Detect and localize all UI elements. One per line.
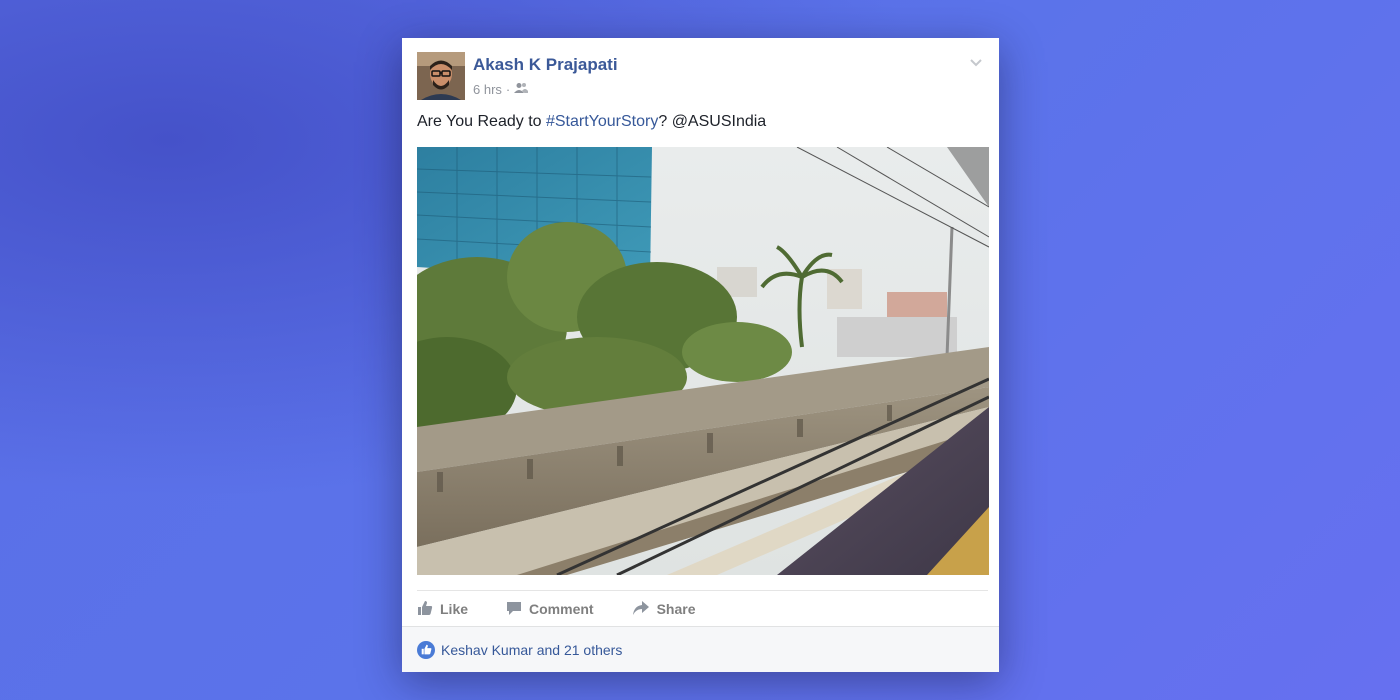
hashtag-link[interactable]: #StartYourStory bbox=[546, 113, 658, 130]
like-icon bbox=[417, 640, 435, 659]
like-button[interactable]: Like bbox=[417, 600, 468, 619]
comment-icon bbox=[506, 600, 522, 619]
post-photo[interactable] bbox=[417, 147, 989, 575]
like-label: Like bbox=[440, 601, 469, 617]
comment-button[interactable]: Comment bbox=[506, 600, 594, 619]
thumbs-up-icon bbox=[417, 600, 433, 619]
message-text: Are You Ready to bbox=[417, 113, 546, 130]
post-meta: 6 hrs · bbox=[473, 82, 529, 97]
reactions-text[interactable]: Keshav Kumar and 21 others bbox=[441, 642, 622, 658]
friends-icon[interactable] bbox=[514, 82, 529, 97]
author-avatar[interactable] bbox=[417, 52, 465, 100]
post-message: Are You Ready to #StartYourStory? @ASUSI… bbox=[417, 113, 766, 131]
message-text-mid: ? bbox=[658, 113, 672, 130]
share-arrow-icon bbox=[632, 600, 650, 619]
facebook-post-card: Akash K Prajapati 6 hrs · Are You Ready … bbox=[402, 38, 999, 672]
share-button[interactable]: Share bbox=[632, 600, 696, 619]
comment-label: Comment bbox=[529, 601, 594, 617]
mention-link: @ASUSIndia bbox=[671, 113, 767, 130]
post-header: Akash K Prajapati 6 hrs · bbox=[417, 52, 984, 102]
chevron-down-icon[interactable] bbox=[968, 54, 984, 70]
author-name[interactable]: Akash K Prajapati bbox=[473, 55, 618, 75]
share-label: Share bbox=[656, 601, 696, 617]
post-time[interactable]: 6 hrs bbox=[473, 82, 502, 97]
post-actions: Like Comment Share bbox=[417, 590, 988, 627]
reactions-bar: Keshav Kumar and 21 others bbox=[402, 626, 999, 672]
meta-separator: · bbox=[505, 82, 511, 97]
